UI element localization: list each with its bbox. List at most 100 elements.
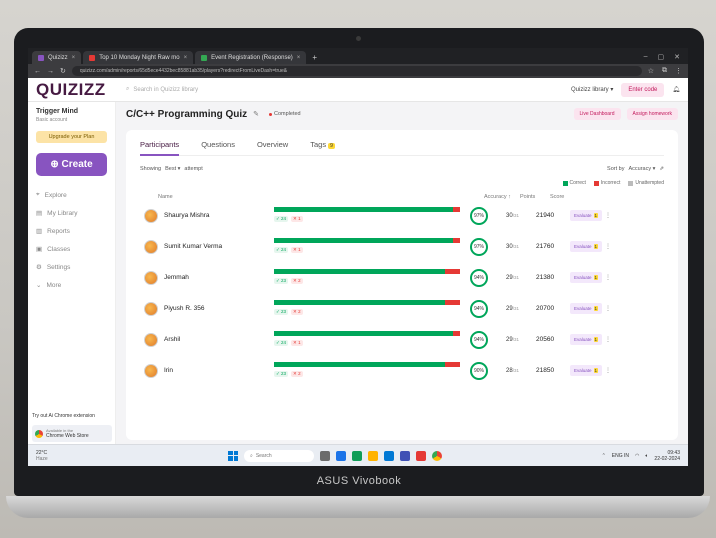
file-explorer-icon[interactable] xyxy=(368,450,378,461)
sidebar-item-settings[interactable]: ⚙ Settings xyxy=(36,258,107,276)
reload-icon[interactable]: ↻ xyxy=(60,67,66,75)
evaluate-badge: 1 xyxy=(593,306,599,311)
sort-select[interactable]: Accuracy ▾ xyxy=(628,166,655,172)
table-row[interactable]: Sumit Kumar Verma ✓ 24 ✕ 1 97% 30/31 217… xyxy=(140,231,664,262)
close-icon[interactable]: × xyxy=(297,55,301,61)
webcam xyxy=(356,36,361,41)
table-row[interactable]: Irin ✓ 23 ✕ 2 90% 28/31 21850 Evaluate 1 … xyxy=(140,355,664,386)
player-name: Piyush R. 356 xyxy=(164,305,205,312)
evaluate-badge: 1 xyxy=(593,337,599,342)
chrome-web-store-badge[interactable]: Available in the Chrome Web Store xyxy=(32,425,112,442)
browser-tab-forms[interactable]: Event Registration (Response) × xyxy=(195,51,307,64)
chevron-up-icon[interactable]: ⌃ xyxy=(602,453,606,459)
correct-segment xyxy=(274,206,453,212)
incorrect-count: ✕ 1 xyxy=(291,339,303,346)
sidebar-item-explore[interactable]: ⌖ Explore xyxy=(36,186,107,204)
browser-tab-youtube[interactable]: Top 10 Monday Night Raw mo × xyxy=(83,51,194,64)
app-icon[interactable] xyxy=(336,450,346,461)
incorrect-count: ✕ 2 xyxy=(291,277,303,284)
edit-icon[interactable]: ✎ xyxy=(253,110,259,118)
tab-participants[interactable]: Participants xyxy=(140,140,180,156)
quizizz-logo[interactable]: QUIZIZZ xyxy=(36,80,126,100)
notification-bell-icon[interactable]: 🔔︎ xyxy=(672,86,680,93)
sidebar-item-more[interactable]: ⌄ More xyxy=(36,276,107,294)
create-button[interactable]: ⊕ Create xyxy=(36,153,107,176)
tab-questions[interactable]: Questions xyxy=(201,140,235,149)
clock[interactable]: 09:43 22-02-2024 xyxy=(654,450,680,462)
col-accuracy[interactable]: Accuracy ↑ xyxy=(484,194,520,200)
more-options-icon[interactable]: ⋮ xyxy=(605,212,611,219)
upgrade-plan-button[interactable]: Upgrade your Plan xyxy=(36,131,107,143)
volume-icon[interactable]: 🔈︎ xyxy=(645,453,648,459)
app-icon[interactable] xyxy=(352,450,362,461)
correct-segment xyxy=(274,330,453,336)
wifi-icon[interactable]: ◠ xyxy=(635,453,639,459)
sidebar-item-reports[interactable]: ▥ Reports xyxy=(36,222,107,240)
library-search[interactable]: ⌕ Search in Quizizz library xyxy=(126,86,198,93)
live-dashboard-button[interactable]: Live Dashboard xyxy=(573,108,621,120)
table-row[interactable]: Jemmah ✓ 23 ✕ 2 94% 29/31 21380 Evaluate… xyxy=(140,262,664,293)
row-actions: Evaluate 1 ⋮ xyxy=(570,272,620,283)
close-window-icon[interactable]: ✕ xyxy=(674,53,680,61)
evaluate-button[interactable]: Evaluate 1 xyxy=(570,241,603,252)
evaluate-button[interactable]: Evaluate 1 xyxy=(570,210,603,221)
menu-icon[interactable]: ⋮ xyxy=(675,67,682,75)
classes-icon: ▣ xyxy=(36,246,43,253)
bookmark-star-icon[interactable]: ☆ xyxy=(648,67,654,75)
minimize-icon[interactable]: – xyxy=(644,53,648,61)
col-score: Score xyxy=(550,194,565,200)
evaluate-button[interactable]: Evaluate 1 xyxy=(570,334,603,345)
extensions-icon[interactable]: ⧉ xyxy=(662,67,667,75)
language-indicator[interactable]: ENG IN xyxy=(612,453,629,459)
tab-tags[interactable]: Tags 9 xyxy=(310,140,335,149)
table-row[interactable]: Shaurya Mishra ✓ 24 ✕ 1 97% 30/31 21940 … xyxy=(140,200,664,231)
edge-icon[interactable] xyxy=(384,450,394,461)
more-options-icon[interactable]: ⋮ xyxy=(605,336,611,343)
taskbar-search[interactable]: ⌕ Search xyxy=(244,449,314,462)
enter-code-button[interactable]: Enter code xyxy=(621,82,665,97)
player-name: Arshil xyxy=(164,336,181,343)
evaluate-button[interactable]: Evaluate 1 xyxy=(570,272,603,283)
incorrect-count: ✕ 1 xyxy=(291,215,303,222)
tags-count-badge: 9 xyxy=(328,143,335,149)
correct-count: ✓ 23 xyxy=(274,308,289,315)
table-row[interactable]: Arshil ✓ 24 ✕ 1 94% 29/31 20560 Evaluate… xyxy=(140,324,664,355)
more-options-icon[interactable]: ⋮ xyxy=(605,274,611,281)
more-options-icon[interactable]: ⋮ xyxy=(605,367,611,374)
more-options-icon[interactable]: ⋮ xyxy=(605,305,611,312)
sidebar-item-classes[interactable]: ▣ Classes xyxy=(36,240,107,258)
new-tab-icon[interactable]: + xyxy=(308,53,321,64)
player-cell: Sumit Kumar Verma xyxy=(144,239,274,254)
weather-widget[interactable]: 22°C Haze xyxy=(36,450,48,462)
forward-icon[interactable]: → xyxy=(47,68,54,75)
url-field[interactable]: quizizz.com/admin/reports/65d5ece4432bec… xyxy=(71,66,642,76)
assign-homework-button[interactable]: Assign homework xyxy=(626,108,678,120)
share-icon[interactable]: ⇗ xyxy=(659,166,664,172)
points-value: 29/31 xyxy=(506,305,519,312)
app-icon[interactable] xyxy=(416,450,426,461)
maximize-icon[interactable]: ▢ xyxy=(658,53,665,61)
evaluate-badge: 1 xyxy=(593,275,599,280)
browser-tab-quizizz[interactable]: Quizizz × xyxy=(32,51,82,64)
row-actions: Evaluate 1 ⋮ xyxy=(570,241,620,252)
task-view-icon[interactable] xyxy=(320,450,330,461)
chrome-icon[interactable] xyxy=(432,450,442,461)
store-icon[interactable] xyxy=(400,450,410,461)
evaluate-button[interactable]: Evaluate 1 xyxy=(570,365,603,376)
evaluate-button[interactable]: Evaluate 1 xyxy=(570,303,603,314)
table-row[interactable]: Piyush R. 356 ✓ 23 ✕ 2 94% 29/31 20700 E… xyxy=(140,293,664,324)
avatar xyxy=(144,270,158,285)
chrome-extension-promo[interactable]: Try out Ai Chrome extension Available in… xyxy=(32,413,112,442)
close-icon[interactable]: × xyxy=(184,55,188,61)
sidebar-item-my-library[interactable]: ▤ My Library xyxy=(36,204,107,222)
windows-start-icon[interactable] xyxy=(228,450,238,461)
accuracy-bar xyxy=(274,237,460,243)
close-icon[interactable]: × xyxy=(72,55,76,61)
more-options-icon[interactable]: ⋮ xyxy=(605,243,611,250)
tab-overview[interactable]: Overview xyxy=(257,140,288,149)
accuracy-bar xyxy=(274,361,460,367)
back-icon[interactable]: ← xyxy=(34,68,41,75)
library-dropdown[interactable]: Quizizz library ▾ xyxy=(571,86,613,93)
correct-count: ✓ 23 xyxy=(274,277,289,284)
attempt-filter-select[interactable]: Best ▾ xyxy=(165,166,180,172)
